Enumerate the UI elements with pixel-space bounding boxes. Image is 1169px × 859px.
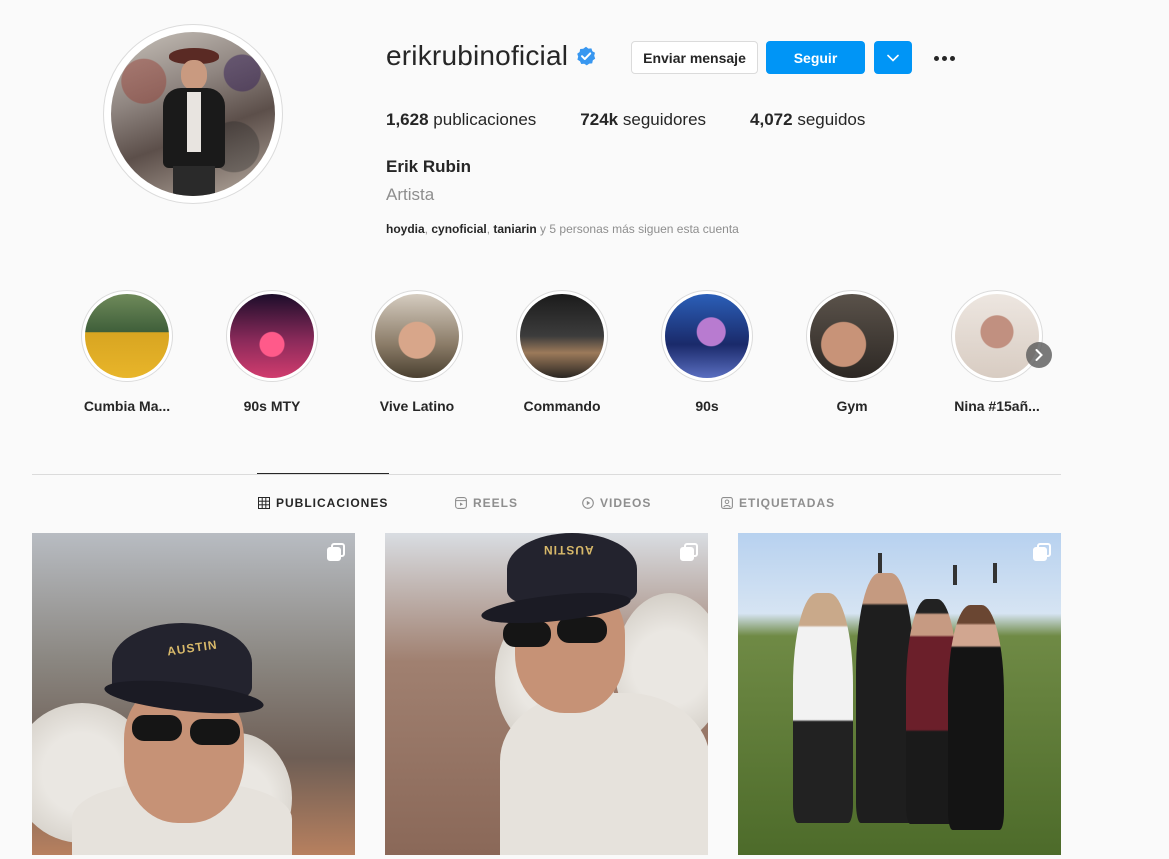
profile-avatar[interactable] bbox=[103, 24, 283, 204]
tab-etiquetadas[interactable]: ETIQUETADAS bbox=[721, 496, 835, 510]
highlight-item[interactable]: Cumbia Ma... bbox=[72, 290, 182, 414]
following-count: 4,072 bbox=[750, 110, 793, 129]
story-highlights: Cumbia Ma... 90s MTY Vive Latino Command… bbox=[0, 290, 1169, 420]
profile-full-name: Erik Rubin bbox=[386, 157, 472, 176]
profile-username-row: erikrubinoficial bbox=[386, 40, 596, 72]
posts-label: publicaciones bbox=[433, 110, 537, 129]
post-thumbnail[interactable]: AUSTIN bbox=[385, 533, 708, 855]
profile-category: Artista bbox=[386, 185, 435, 204]
followed-by-user[interactable]: taniarin bbox=[493, 222, 536, 236]
post-thumbnail[interactable] bbox=[738, 533, 1061, 855]
highlight-item[interactable]: 90s MTY bbox=[217, 290, 327, 414]
avatar-photo bbox=[111, 32, 275, 196]
tagged-user-icon bbox=[721, 497, 733, 509]
follow-button[interactable]: Seguir bbox=[766, 41, 865, 74]
highlight-label: Cumbia Ma... bbox=[83, 398, 171, 414]
highlight-cover bbox=[955, 294, 1039, 378]
verified-badge-icon bbox=[577, 46, 596, 66]
tab-label: PUBLICACIONES bbox=[276, 496, 389, 510]
cap-text: AUSTIN bbox=[543, 543, 594, 557]
posts-stat: 1,628 publicaciones bbox=[386, 110, 536, 130]
send-message-button[interactable]: Enviar mensaje bbox=[631, 41, 758, 74]
followed-by-user[interactable]: cynoficial bbox=[431, 222, 486, 236]
highlight-label: Commando bbox=[523, 398, 601, 414]
highlight-cover bbox=[375, 294, 459, 378]
following-stat[interactable]: 4,072 seguidos bbox=[750, 110, 865, 130]
reels-icon bbox=[455, 497, 467, 509]
followed-by-suffix: y 5 personas más siguen esta cuenta bbox=[536, 222, 739, 236]
highlight-cover bbox=[810, 294, 894, 378]
active-tab-indicator bbox=[257, 473, 389, 474]
tabs-divider bbox=[32, 474, 1061, 475]
highlight-label: Nina #15añ... bbox=[954, 398, 1040, 414]
highlight-label: 90s bbox=[695, 398, 719, 414]
highlight-item[interactable]: Commando bbox=[507, 290, 617, 414]
posts-count: 1,628 bbox=[386, 110, 429, 129]
followed-by-text[interactable]: hoydia, cynoficial, taniarin y 5 persona… bbox=[386, 222, 739, 236]
followed-by-user[interactable]: hoydia bbox=[386, 222, 425, 236]
profile-username: erikrubinoficial bbox=[386, 40, 569, 71]
highlight-item[interactable]: Vive Latino bbox=[362, 290, 472, 414]
followers-stat[interactable]: 724k seguidores bbox=[580, 110, 706, 130]
highlight-cover bbox=[85, 294, 169, 378]
tab-label: REELS bbox=[473, 496, 519, 510]
more-options-button[interactable] bbox=[930, 46, 958, 70]
followers-label: seguidores bbox=[622, 110, 707, 129]
tab-label: ETIQUETADAS bbox=[739, 496, 836, 510]
highlight-cover bbox=[520, 294, 604, 378]
carousel-icon bbox=[1033, 543, 1051, 561]
profile-stats: 1,628 publicaciones 724k seguidores 4,07… bbox=[386, 110, 909, 130]
carousel-icon bbox=[680, 543, 698, 561]
highlight-cover bbox=[665, 294, 749, 378]
highlight-label: Vive Latino bbox=[379, 398, 455, 414]
highlights-next-button[interactable] bbox=[1026, 342, 1052, 368]
tab-publicaciones[interactable]: PUBLICACIONES bbox=[258, 496, 388, 510]
video-play-icon bbox=[582, 497, 594, 509]
followers-count: 724k bbox=[580, 110, 619, 129]
following-label: seguidos bbox=[797, 110, 866, 129]
post-thumbnail[interactable]: AUSTIN bbox=[32, 533, 355, 855]
suggested-accounts-dropdown-button[interactable] bbox=[874, 41, 912, 74]
highlight-item[interactable]: Gym bbox=[797, 290, 907, 414]
tab-reels[interactable]: REELS bbox=[455, 496, 518, 510]
tab-label: VIDEOS bbox=[600, 496, 652, 510]
highlight-label: 90s MTY bbox=[243, 398, 301, 414]
more-dots-icon bbox=[933, 55, 939, 61]
highlight-label: Gym bbox=[836, 398, 868, 414]
highlight-cover bbox=[230, 294, 314, 378]
chevron-right-icon bbox=[1035, 349, 1043, 361]
tab-videos[interactable]: VIDEOS bbox=[582, 496, 651, 510]
grid-icon bbox=[258, 497, 270, 509]
carousel-icon bbox=[327, 543, 345, 561]
highlight-item[interactable]: 90s bbox=[652, 290, 762, 414]
chevron-down-icon bbox=[887, 54, 899, 62]
